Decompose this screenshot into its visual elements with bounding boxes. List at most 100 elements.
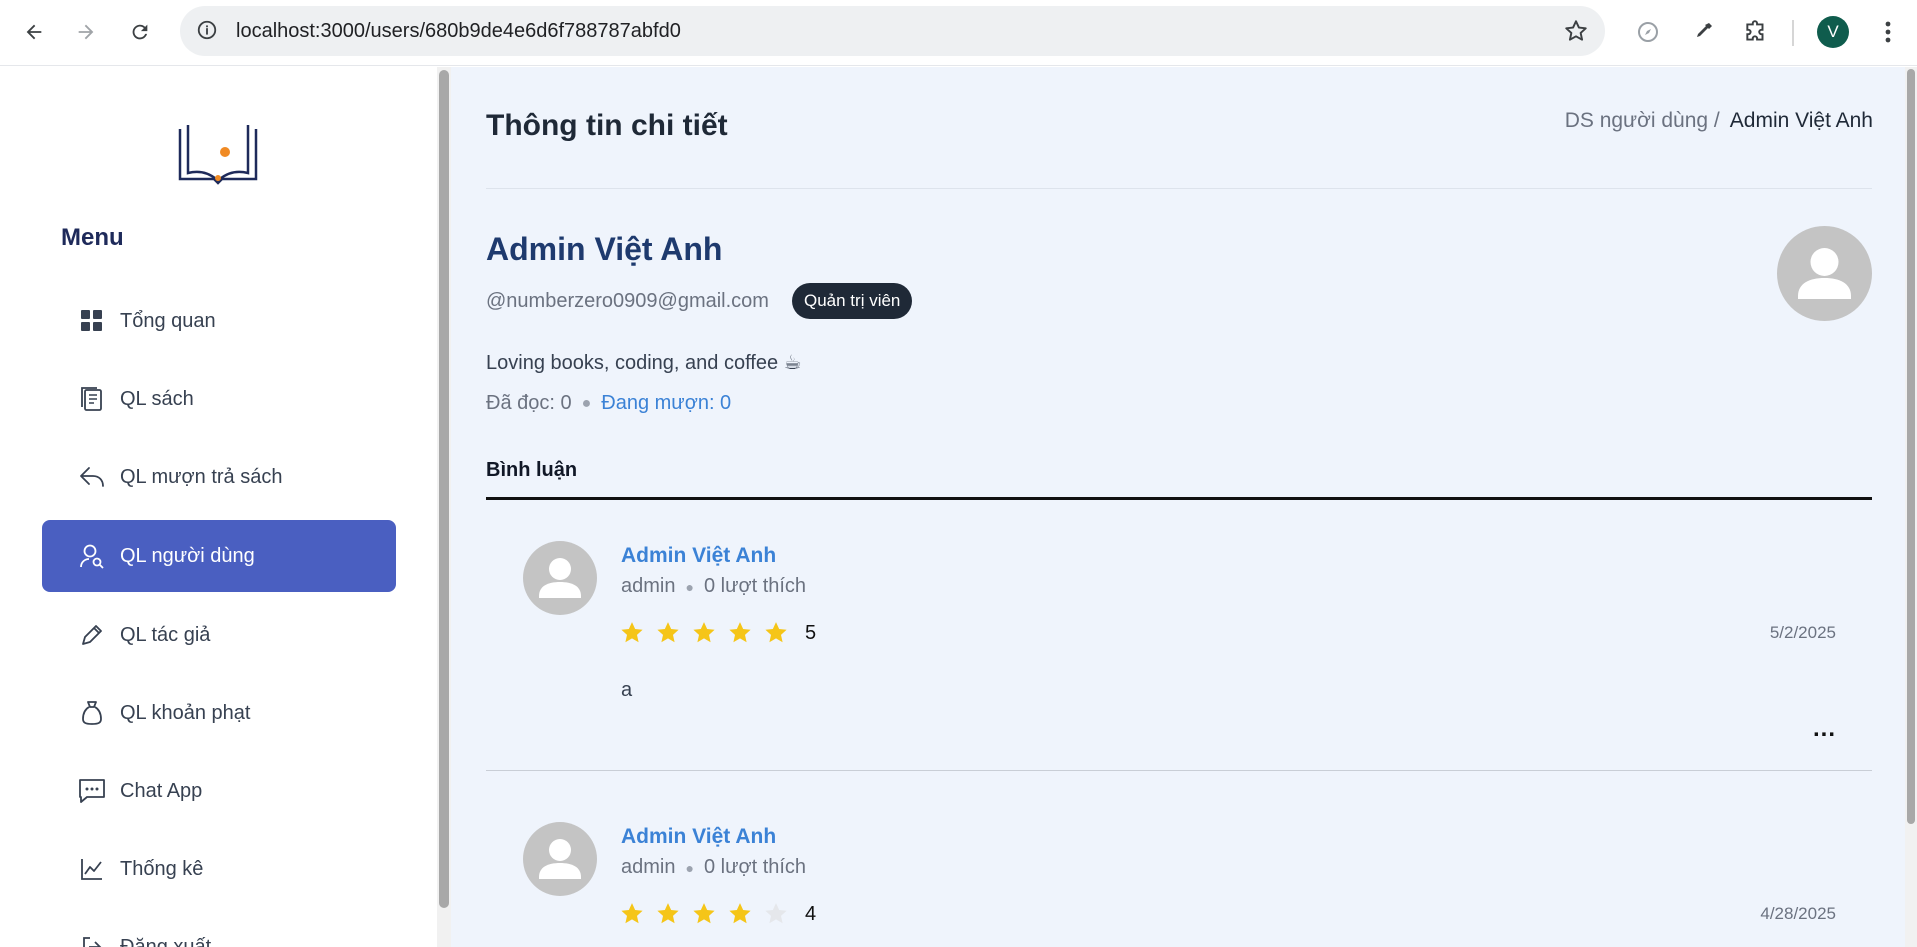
user-avatar: [1777, 226, 1872, 321]
comment-role: admin: [621, 856, 676, 878]
borrowing-count[interactable]: Đang mượn: 0: [601, 392, 731, 415]
star-icon: [763, 619, 799, 647]
star-icon: [763, 900, 799, 928]
breadcrumb-current: Admin Việt Anh: [1729, 109, 1873, 132]
rating-stars: 4: [619, 900, 816, 928]
grid-icon: [78, 307, 106, 335]
header-divider: [486, 188, 1872, 189]
sidebar-item-label: Tổng quan: [120, 309, 216, 332]
comment-more-button[interactable]: ...: [1813, 715, 1836, 743]
comment-author[interactable]: Admin Việt Anh: [621, 544, 776, 568]
sidebar-item-loans[interactable]: QL mượn trả sách: [42, 441, 396, 513]
user-email: @numberzero0909@gmail.com: [486, 290, 769, 312]
sidebar-scrollbar-thumb[interactable]: [439, 70, 449, 908]
books-icon: [78, 385, 106, 413]
comment-date: 5/2/2025: [1769, 623, 1836, 642]
extensions-puzzle-icon[interactable]: [1738, 14, 1774, 50]
sidebar-item-users[interactable]: QL người dùng: [42, 520, 396, 592]
arrow-left-icon: [26, 24, 42, 40]
back-button[interactable]: [16, 14, 52, 50]
main-scrollbar[interactable]: [1905, 67, 1917, 947]
breadcrumb-users-link[interactable]: DS người dùng /: [1565, 109, 1720, 133]
comment-meta: admin ● 0 lượt thích: [621, 856, 806, 879]
browser-toolbar: localhost:3000/users/680b9de4e6d6f788787…: [0, 0, 1917, 66]
star-icon: [727, 900, 763, 928]
sidebar: Menu Tổng quan QL sách QL mượn trả sách …: [0, 67, 437, 947]
comment-meta: admin ● 0 lượt thích: [621, 575, 806, 598]
sidebar-scrollbar[interactable]: [437, 67, 451, 947]
compass-extension-icon[interactable]: [1630, 14, 1666, 50]
eyedropper-icon[interactable]: [1685, 14, 1721, 50]
reload-button[interactable]: [122, 14, 158, 50]
comment-likes: 0 lượt thích: [703, 575, 807, 597]
address-bar[interactable]: localhost:3000/users/680b9de4e6d6f788787…: [180, 6, 1605, 56]
rating-value: 5: [805, 621, 817, 644]
comment-author[interactable]: Admin Việt Anh: [621, 825, 776, 849]
sidebar-item-fines[interactable]: QL khoản phạt: [42, 677, 396, 749]
pen-icon: [78, 621, 106, 649]
meta-separator: ●: [685, 578, 694, 595]
profile-avatar[interactable]: V: [1817, 16, 1849, 48]
sidebar-item-chat[interactable]: Chat App: [42, 755, 396, 827]
star-icon: [727, 619, 763, 647]
rating-stars: 5: [619, 619, 816, 647]
star-icon: [655, 900, 691, 928]
sidebar-item-label: QL người dùng: [120, 544, 255, 567]
role-badge: Quản trị viên: [792, 283, 913, 319]
breadcrumb: DS người dùng / Admin Việt Anh: [1565, 109, 1873, 133]
sidebar-item-label: Đăng xuất: [120, 935, 212, 947]
user-stats: Đã đọc: 0 ● Đang mượn: 0: [486, 392, 731, 415]
sidebar-item-label: QL khoản phạt: [120, 701, 251, 724]
user-placeholder-icon: [1798, 248, 1851, 299]
comment-date: 4/28/2025: [1760, 904, 1836, 923]
user-placeholder-icon: [539, 839, 581, 879]
kebab-menu-icon[interactable]: [1870, 14, 1906, 50]
star-icon: [619, 900, 655, 928]
sidebar-item-statistics[interactable]: Thống kê: [42, 833, 396, 905]
main-content: Thông tin chi tiết DS người dùng / Admin…: [451, 67, 1905, 947]
app-logo[interactable]: [178, 125, 258, 190]
stats-separator: ●: [581, 394, 592, 412]
comment-role: admin: [621, 575, 676, 597]
money-bag-icon: [78, 699, 106, 727]
sidebar-item-logout[interactable]: Đăng xuất: [42, 911, 396, 947]
user-name: Admin Việt Anh: [486, 231, 723, 267]
user-bio: Loving books, coding, and coffee ☕: [486, 352, 802, 374]
bookmark-star-icon[interactable]: [1563, 18, 1589, 49]
page-title: Thông tin chi tiết: [486, 109, 728, 142]
toolbar-divider: [1792, 20, 1794, 46]
sidebar-item-label: Thống kê: [120, 857, 204, 880]
logout-icon: [78, 933, 106, 947]
user-search-icon: [78, 542, 106, 570]
user-placeholder-icon: [539, 558, 581, 598]
comment-avatar: [523, 822, 597, 896]
sidebar-item-label: Chat App: [120, 779, 203, 802]
star-icon: [655, 619, 691, 647]
sidebar-item-authors[interactable]: QL tác giả: [42, 599, 396, 671]
read-count: Đã đọc: 0: [486, 392, 572, 414]
line-chart-icon: [78, 855, 106, 883]
tab-underline: [486, 497, 1872, 500]
rating-value: 4: [805, 902, 817, 925]
comment-divider: [486, 770, 1872, 771]
sidebar-item-label: QL tác giả: [120, 623, 211, 646]
comment-text: a: [621, 679, 633, 701]
url-text[interactable]: localhost:3000/users/680b9de4e6d6f788787…: [236, 20, 681, 43]
star-icon: [691, 619, 727, 647]
sidebar-item-books[interactable]: QL sách: [42, 363, 396, 435]
sidebar-item-overview[interactable]: Tổng quan: [42, 285, 396, 357]
forward-button[interactable]: [68, 14, 104, 50]
comment-item: Admin Việt Anh admin ● 0 lượt thích 5 5/…: [486, 537, 1872, 837]
main-scrollbar-thumb[interactable]: [1907, 69, 1915, 824]
menu-title: Menu: [61, 224, 124, 251]
sidebar-item-label: QL sách: [120, 387, 194, 410]
comment-likes: 0 lượt thích: [703, 856, 807, 878]
sidebar-item-label: QL mượn trả sách: [120, 465, 283, 488]
star-icon: [691, 900, 727, 928]
reload-icon: [132, 24, 148, 40]
site-info-icon[interactable]: [196, 19, 218, 46]
tab-comments[interactable]: Bình luận: [486, 459, 577, 482]
chat-icon: [78, 777, 106, 805]
star-icon: [619, 619, 655, 647]
reply-icon: [78, 463, 106, 491]
